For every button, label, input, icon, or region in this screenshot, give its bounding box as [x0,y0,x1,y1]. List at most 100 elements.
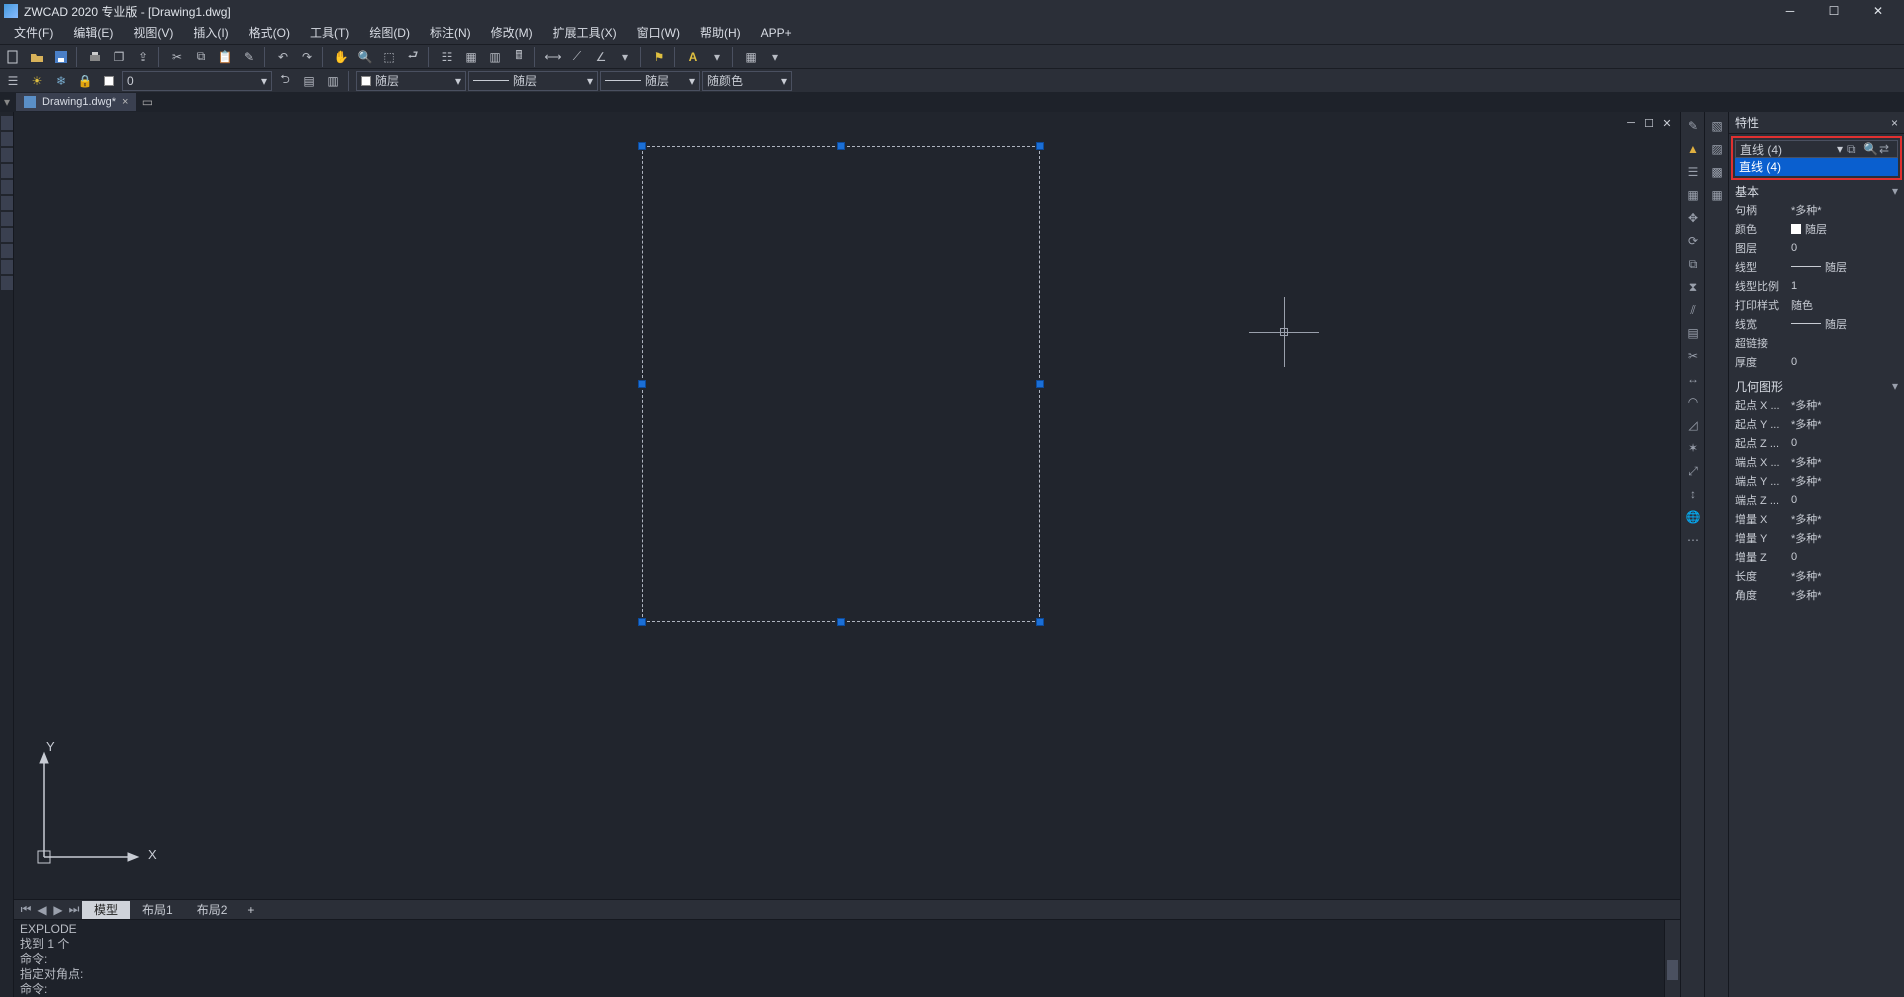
layer-lock-icon[interactable]: 🔒 [74,71,96,91]
tab-model[interactable]: 模型 [82,901,130,919]
publish-button[interactable]: ⇪ [132,47,154,67]
tab-handle-icon[interactable]: ▾ [4,95,14,109]
globe-icon[interactable]: 🌐 [1683,507,1703,527]
prop-dx-val[interactable]: *多种* [1787,511,1904,527]
category-basic[interactable]: 基本▾ [1729,182,1904,200]
tab-first-button[interactable]: ⏮ [18,902,34,918]
zoom-prev-button[interactable]: ⮐ [402,47,424,67]
menu-modify[interactable]: 修改(M) [481,22,543,44]
tab-prev-button[interactable]: ◀ [34,902,50,918]
menu-file[interactable]: 文件(F) [4,22,63,44]
menu-app[interactable]: APP+ [751,22,802,44]
layer-walk-button[interactable]: ▥ [322,71,344,91]
mirror-icon[interactable]: ⧗ [1683,277,1703,297]
draw-polyline-button[interactable] [1,132,13,146]
draw-line-button[interactable] [1,116,13,130]
zoom-window-button[interactable]: ⬚ [378,47,400,67]
draw-circle-button[interactable] [1,148,13,162]
menu-express[interactable]: 扩展工具(X) [543,22,627,44]
tab-last-button[interactable]: ⏭ [66,902,82,918]
category-geometry[interactable]: 几何图形▾ [1729,377,1904,395]
toggle-icon[interactable]: ⇄ [1879,142,1893,156]
dim-angle-button[interactable]: ∠ [590,47,612,67]
prop-sx-val[interactable]: *多种* [1787,397,1904,413]
tool-palettes-button[interactable]: ▥ [484,47,506,67]
offset-icon[interactable]: ⫽ [1683,300,1703,320]
cut-button[interactable]: ✂ [166,47,188,67]
copy2-icon[interactable]: ⧉ [1683,254,1703,274]
table-button[interactable]: ▦ [740,47,762,67]
vp-max-button[interactable]: ☐ [1642,116,1656,130]
command-window[interactable]: EXPLODE 找到 1 个 命令: 指定对角点: 命令: [14,919,1680,997]
prop-ez-val[interactable]: 0 [1787,494,1904,506]
menu-tools[interactable]: 工具(T) [300,22,359,44]
menu-format[interactable]: 格式(O) [239,22,300,44]
layer-props-button[interactable]: ☰ [2,71,24,91]
draw-arc-button[interactable] [1,164,13,178]
menu-view[interactable]: 视图(V) [123,22,183,44]
dim-aligned-button[interactable]: ⟋ [566,47,588,67]
explode-icon[interactable]: ✶ [1683,438,1703,458]
grip[interactable] [837,142,845,150]
grip[interactable] [837,618,845,626]
grip[interactable] [638,618,646,626]
table-dd-button[interactable]: ▾ [764,47,786,67]
menu-dim[interactable]: 标注(N) [420,22,481,44]
prop-lt-val[interactable]: 随层 [1787,259,1904,275]
lineweight-combo[interactable]: 随层 ▾ [600,71,700,91]
grip[interactable] [1036,618,1044,626]
flag-button[interactable]: ⚑ [648,47,670,67]
pick-icon[interactable]: 🔍 [1863,142,1877,156]
layer-on-icon[interactable]: ☀ [26,71,48,91]
fillet-icon[interactable]: ◠ [1683,392,1703,412]
prop-sz-val[interactable]: 0 [1787,437,1904,449]
rotate-icon[interactable]: ⟳ [1683,231,1703,251]
draw-rect-button[interactable] [1,180,13,194]
palette3-icon[interactable]: ▩ [1707,162,1727,182]
grip[interactable] [638,142,646,150]
move-icon[interactable]: ✥ [1683,208,1703,228]
extend-icon[interactable]: ↔ [1683,369,1703,389]
palette2-icon[interactable]: ▨ [1707,139,1727,159]
stretch-icon[interactable]: ↕ [1683,484,1703,504]
palette4-icon[interactable]: ▦ [1707,185,1727,205]
draw-spline-button[interactable] [1,244,13,258]
vp-close-button[interactable]: ✕ [1660,116,1674,130]
menu-window[interactable]: 窗口(W) [627,22,690,44]
menu-insert[interactable]: 插入(I) [183,22,238,44]
prop-lw-val[interactable]: 随层 [1787,316,1904,332]
drawing-canvas[interactable]: ─ ☐ ✕ [14,112,1680,899]
prop-ang-val[interactable]: *多种* [1787,587,1904,603]
draw-point-button[interactable] [1,228,13,242]
prop-color-val[interactable]: 随层 [1787,221,1904,237]
tab-next-button[interactable]: ▶ [50,902,66,918]
tab-layout2[interactable]: 布局2 [185,901,240,919]
text-button[interactable]: A [682,47,704,67]
draw-ellipse-button[interactable] [1,196,13,210]
file-tab-drawing1[interactable]: Drawing1.dwg* × [16,93,136,111]
prop-dy-val[interactable]: *多种* [1787,530,1904,546]
array-icon[interactable]: ▤ [1683,323,1703,343]
dim-linear-button[interactable]: ⟷ [542,47,564,67]
close-button[interactable]: ✕ [1856,0,1900,22]
trim-icon[interactable]: ✂ [1683,346,1703,366]
pan-button[interactable]: ✋ [330,47,352,67]
close-tab-icon[interactable]: × [122,96,128,108]
paste-button[interactable]: 📋 [214,47,236,67]
prop-ex-val[interactable]: *多种* [1787,454,1904,470]
new-tab-button[interactable]: ▭ [138,93,156,111]
selection-type-option[interactable]: 直线 (4) [1735,158,1898,176]
chamfer-icon[interactable]: ◿ [1683,415,1703,435]
calc-button[interactable]: 🖩 [508,47,530,67]
print-button[interactable] [84,47,106,67]
draw-text-button[interactable] [1,260,13,274]
grip[interactable] [1036,380,1044,388]
quick-select-icon[interactable]: ⧉ [1847,142,1861,156]
prop-ps-val[interactable]: 随色 [1787,297,1904,313]
layer-prev-button[interactable]: ⮌ [274,71,296,91]
grip[interactable] [638,380,646,388]
design-center-button[interactable]: ▦ [460,47,482,67]
new-button[interactable] [2,47,24,67]
grip[interactable] [1036,142,1044,150]
minimize-button[interactable]: ─ [1768,0,1812,22]
